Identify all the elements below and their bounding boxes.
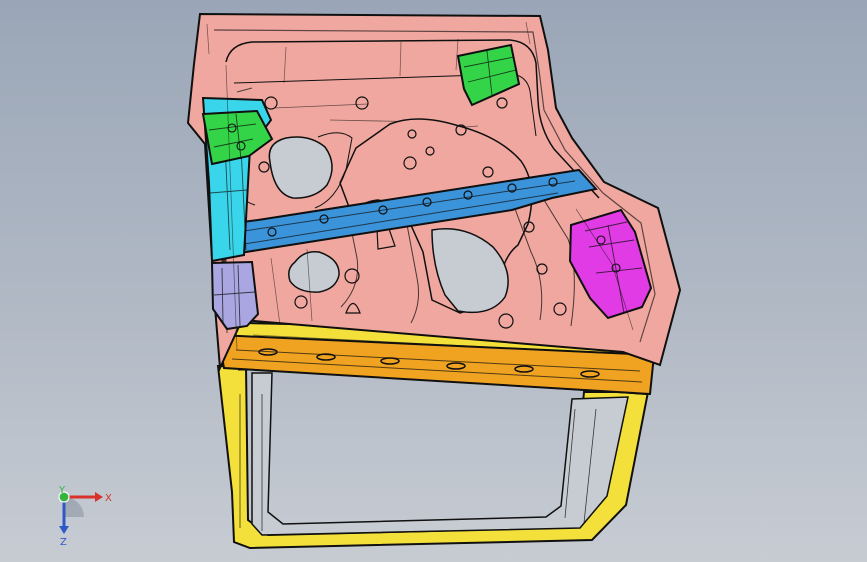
x-axis-label: X: [105, 493, 112, 504]
z-axis-arrow: [59, 526, 69, 534]
cad-viewport[interactable]: X Y Z: [0, 0, 867, 562]
x-axis-arrow: [95, 492, 103, 502]
door-inner-assembly-model[interactable]: [0, 0, 867, 562]
z-axis-label: Z: [60, 537, 67, 548]
coordinate-axis-triad: X Y Z: [58, 485, 112, 548]
y-axis-label: Y: [58, 485, 66, 496]
